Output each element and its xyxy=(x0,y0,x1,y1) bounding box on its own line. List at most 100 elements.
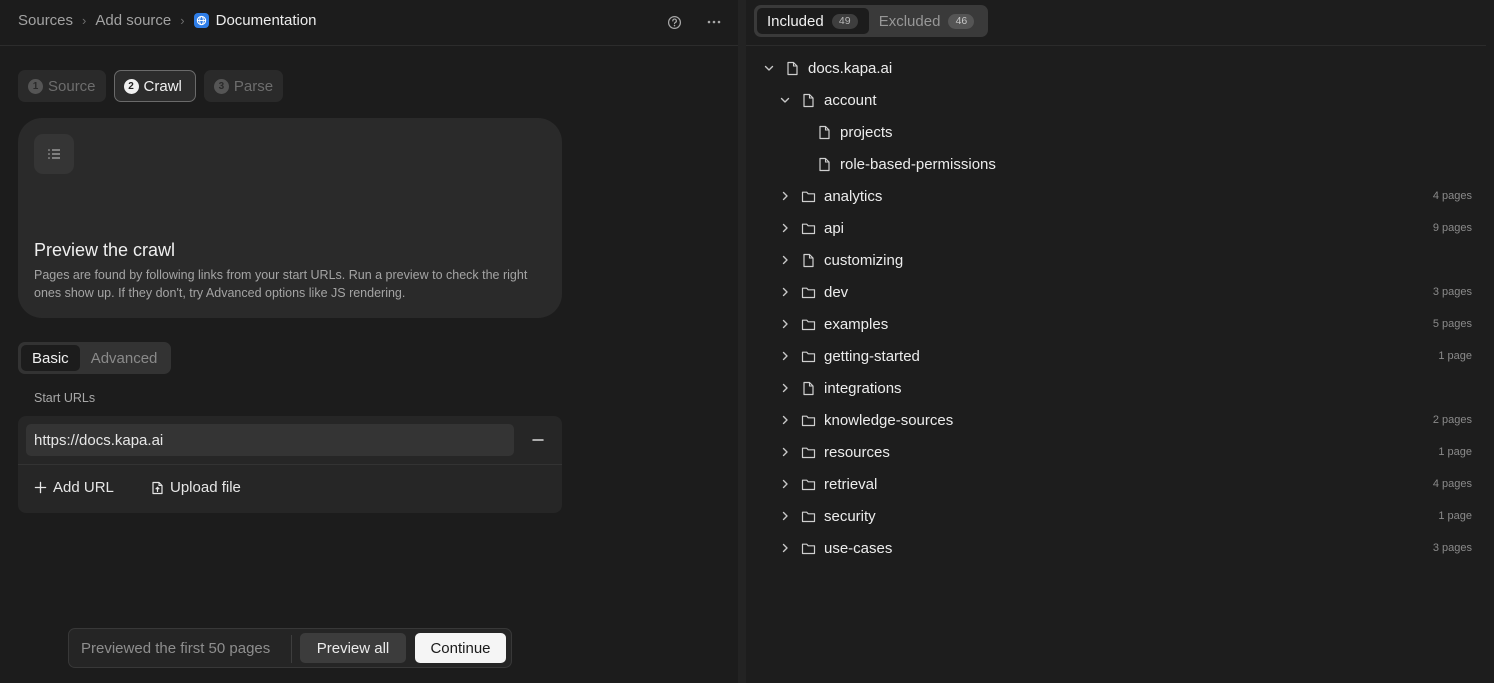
page-count: 3 pages xyxy=(1432,286,1472,298)
help-icon[interactable] xyxy=(664,12,684,32)
page-count: 1 page xyxy=(1438,350,1472,362)
list-icon xyxy=(34,134,74,174)
tree-item-getting-started[interactable]: getting-started 1 page xyxy=(778,340,1494,372)
tab-included-label: Included xyxy=(767,12,824,30)
tree-item-label: account xyxy=(824,91,877,109)
file-icon xyxy=(800,92,816,108)
step-crawl[interactable]: 2 Crawl xyxy=(113,70,196,102)
chevron-right-icon[interactable] xyxy=(778,413,792,427)
chevron-right-icon[interactable] xyxy=(778,381,792,395)
tree-item-label: security xyxy=(824,507,876,525)
tab-included[interactable]: Included 49 xyxy=(757,8,869,34)
chevron-right-icon[interactable] xyxy=(778,253,792,267)
crawl-results-panel: Included 49 Excluded 46 docs.kapa.ai acco… xyxy=(746,0,1494,683)
breadcrumb: Sources › Add source › Documentation xyxy=(18,12,317,29)
page-count: 3 pages xyxy=(1432,542,1472,554)
add-url-button[interactable]: Add URL xyxy=(34,479,114,496)
chevron-right-icon[interactable] xyxy=(778,509,792,523)
page-count: 1 page xyxy=(1438,446,1472,458)
tree-item-label: role-based-permissions xyxy=(840,155,996,173)
tree-item-label: analytics xyxy=(824,187,883,205)
tree-item-account[interactable]: account xyxy=(778,84,1494,116)
add-url-label: Add URL xyxy=(53,479,114,496)
tab-excluded[interactable]: Excluded 46 xyxy=(869,8,986,34)
page-count: 5 pages xyxy=(1432,318,1472,330)
tree-item-label: dev xyxy=(824,283,849,301)
tree-item-retrieval[interactable]: retrieval 4 pages xyxy=(778,468,1494,500)
chevron-down-icon[interactable] xyxy=(778,93,792,107)
tree-item-label: docs.kapa.ai xyxy=(808,59,893,77)
top-header: Sources › Add source › Documentation xyxy=(0,0,738,46)
breadcrumb-current-label: Documentation xyxy=(215,12,317,29)
tree-item-label: getting-started xyxy=(824,347,920,365)
tree-item-knowledge-sources[interactable]: knowledge-sources 2 pages xyxy=(778,404,1494,436)
tree-item-label: integrations xyxy=(824,379,902,397)
tree-item-security[interactable]: security 1 page xyxy=(778,500,1494,532)
folder-icon xyxy=(800,284,816,300)
chevron-right-icon[interactable] xyxy=(778,189,792,203)
plus-icon xyxy=(34,481,47,494)
tree-item-analytics[interactable]: analytics 4 pages xyxy=(778,180,1494,212)
tree-item-role-based-permissions[interactable]: role-based-permissions xyxy=(816,148,1494,180)
step-number: 2 xyxy=(123,78,139,94)
breadcrumb-current: Documentation xyxy=(193,12,317,29)
chevron-right-icon[interactable] xyxy=(778,541,792,555)
panel-divider[interactable] xyxy=(738,0,746,683)
chevron-right-icon[interactable] xyxy=(778,221,792,235)
chevron-right-icon: › xyxy=(82,13,87,28)
folder-icon xyxy=(800,412,816,428)
step-source[interactable]: 1 Source xyxy=(18,70,106,102)
tree-item-customizing[interactable]: customizing xyxy=(778,244,1494,276)
start-url-input[interactable]: https://docs.kapa.ai xyxy=(26,424,514,456)
mode-toggle: Basic Advanced xyxy=(18,342,172,374)
tree-item-integrations[interactable]: integrations xyxy=(778,372,1494,404)
file-upload-icon xyxy=(151,481,164,495)
file-icon xyxy=(784,60,800,76)
start-urls-box: https://docs.kapa.ai Add URL Upload file xyxy=(18,416,562,513)
step-label: Crawl xyxy=(143,77,182,95)
preview-all-button[interactable]: Preview all xyxy=(300,633,406,663)
breadcrumb-add-source[interactable]: Add source xyxy=(95,12,171,29)
tree-item-label: retrieval xyxy=(824,475,878,493)
folder-icon xyxy=(800,540,816,556)
folder-icon xyxy=(800,220,816,236)
upload-file-button[interactable]: Upload file xyxy=(151,479,241,496)
remove-url-button[interactable] xyxy=(528,430,548,450)
chevron-right-icon[interactable] xyxy=(778,317,792,331)
page-count: 9 pages xyxy=(1432,222,1472,234)
page-count: 1 page xyxy=(1438,510,1472,522)
crawl-config-panel: Sources › Add source › Documentation 1 S… xyxy=(0,0,738,683)
more-options-icon[interactable] xyxy=(704,12,724,32)
chevron-right-icon: › xyxy=(180,13,185,28)
page-count: 4 pages xyxy=(1432,190,1472,202)
tree-root[interactable]: docs.kapa.ai xyxy=(762,52,1494,84)
tree-item-resources[interactable]: resources 1 page xyxy=(778,436,1494,468)
chevron-right-icon[interactable] xyxy=(778,349,792,363)
continue-button[interactable]: Continue xyxy=(415,633,506,663)
breadcrumb-sources[interactable]: Sources xyxy=(18,12,73,29)
step-number: 3 xyxy=(213,78,229,94)
step-parse[interactable]: 3 Parse xyxy=(203,70,284,102)
chevron-right-icon[interactable] xyxy=(778,477,792,491)
tree-item-examples[interactable]: examples 5 pages xyxy=(778,308,1494,340)
tree-item-label: api xyxy=(824,219,845,237)
step-label: Parse xyxy=(233,77,274,95)
file-icon xyxy=(816,124,832,140)
tab-excluded-label: Excluded xyxy=(878,12,941,30)
step-label: Source xyxy=(48,77,96,95)
tree-item-use-cases[interactable]: use-cases 3 pages xyxy=(778,532,1494,564)
tree-item-dev[interactable]: dev 3 pages xyxy=(778,276,1494,308)
chevron-right-icon[interactable] xyxy=(778,285,792,299)
folder-icon xyxy=(800,348,816,364)
upload-file-label: Upload file xyxy=(170,479,241,496)
tab-advanced[interactable]: Advanced xyxy=(80,345,169,371)
tree-item-projects[interactable]: projects xyxy=(816,116,1494,148)
folder-icon xyxy=(800,316,816,332)
divider xyxy=(291,635,292,663)
tab-basic[interactable]: Basic xyxy=(21,345,80,371)
tree-item-label: resources xyxy=(824,443,890,461)
tree-item-api[interactable]: api 9 pages xyxy=(778,212,1494,244)
chevron-right-icon[interactable] xyxy=(778,445,792,459)
divider xyxy=(18,464,562,465)
chevron-down-icon[interactable] xyxy=(762,61,776,75)
